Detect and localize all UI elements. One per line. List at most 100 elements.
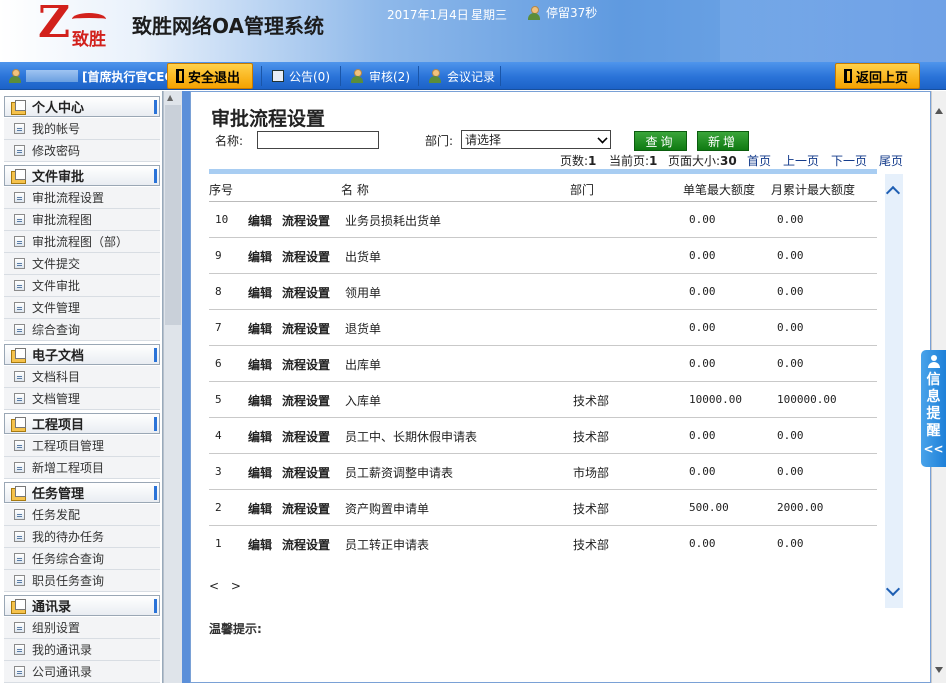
scroll-up-icon[interactable]: ▲ [167,93,173,102]
sidebar-item-label: 文档管理 [32,392,81,406]
dept-select[interactable]: 请选择 [461,130,611,149]
sidebar-item-flow-chart-dept[interactable]: 审批流程图（部） [4,231,160,253]
sidebar-group-personal[interactable]: 个人中心 [4,96,160,117]
scroll-down-icon[interactable] [885,581,901,597]
sidebar-item-label: 文档科目 [32,370,81,384]
flow-settings-link[interactable]: 流程设置 [282,284,330,301]
sidebar-item-staff-task-query[interactable]: 职员任务查询 [4,570,160,592]
prev-page-link[interactable]: 上一页 [783,152,819,169]
sidebar-item-general-query[interactable]: 综合查询 [4,319,160,341]
chevron-down-icon [597,133,608,144]
collapse-icon[interactable]: << [921,442,946,456]
edit-link[interactable]: 编辑 [248,356,272,373]
table-row: 8 编辑 流程设置 领用单 0.00 0.00 [209,274,877,310]
sidebar-item-file-manage[interactable]: 文件管理 [4,297,160,319]
sidebar-group-contacts[interactable]: 通讯录 [4,595,160,616]
logout-button[interactable]: 安全退出 [167,63,253,89]
row-monthly-max: 0.00 [777,213,804,226]
query-button[interactable]: 查询 [634,131,687,151]
sidebar-item-my-account[interactable]: 我的帐号 [4,118,160,140]
meeting-link[interactable]: 会议记录 [428,62,495,90]
row-monthly-max: 0.00 [777,357,804,370]
edit-link[interactable]: 编辑 [248,392,272,409]
folder-icon [11,598,26,614]
scroll-down-icon[interactable] [935,667,943,673]
audit-icon [350,69,364,83]
flow-settings-link[interactable]: 流程设置 [282,536,330,553]
folder-icon [11,485,26,501]
sidebar-item-file-submit[interactable]: 文件提交 [4,253,160,275]
edit-link[interactable]: 编辑 [248,428,272,445]
flow-settings-link[interactable]: 流程设置 [282,428,330,445]
tip-label: 温馨提示: [209,622,262,636]
sidebar-item-label: 任务综合查询 [32,552,105,566]
sidebar-item-change-password[interactable]: 修改密码 [4,140,160,162]
sidebar-item-company-contacts[interactable]: 公司通讯录 [4,661,160,683]
sidebar-item-project-manage[interactable]: 工程项目管理 [4,435,160,457]
edit-link[interactable]: 编辑 [248,284,272,301]
row-name: 出库单 [345,358,382,372]
sidebar-scrollbar[interactable]: ▲ [163,91,182,683]
sidebar-scroll-thumb[interactable] [165,105,181,325]
pager-pages: 页数:1 [560,152,596,169]
flow-settings-link[interactable]: 流程设置 [282,500,330,517]
edit-link[interactable]: 编辑 [248,212,272,229]
row-name: 领用单 [345,286,382,300]
row-name: 员工薪资调整申请表 [345,466,454,480]
flow-settings-link[interactable]: 流程设置 [282,464,330,481]
sidebar-item-doc-subjects[interactable]: 文档科目 [4,366,160,388]
flow-settings-link[interactable]: 流程设置 [282,248,330,265]
sidebar-item-doc-manage[interactable]: 文档管理 [4,388,160,410]
dept-label: 部门: [425,134,454,148]
sidebar-group-documents[interactable]: 电子文档 [4,344,160,365]
row-name: 入库单 [345,394,382,408]
row-monthly-max: 100000.00 [777,393,837,406]
sidebar-item-task-assign[interactable]: 任务发配 [4,504,160,526]
sidebar-item-my-contacts[interactable]: 我的通讯录 [4,639,160,661]
edit-link[interactable]: 编辑 [248,536,272,553]
edit-link[interactable]: 编辑 [248,500,272,517]
info-reminder-tab[interactable]: 信息提醒 << [921,350,946,467]
flow-settings-link[interactable]: 流程设置 [282,212,330,229]
row-single-max: 0.00 [689,465,716,478]
row-name: 出货单 [345,250,382,264]
flow-settings-link[interactable]: 流程设置 [282,356,330,373]
document-icon [14,192,25,203]
sidebar-group-approval[interactable]: 文件审批 [4,165,160,186]
sidebar-item-flow-chart[interactable]: 审批流程图 [4,209,160,231]
edit-link[interactable]: 编辑 [248,464,272,481]
notice-link[interactable]: 公告(0) [272,62,330,90]
document-icon [14,531,25,542]
sidebar-group-tasks[interactable]: 任务管理 [4,482,160,503]
name-input[interactable] [257,131,379,149]
edit-link[interactable]: 编辑 [248,320,272,337]
table-header: 序号 名 称 部门 单笔最大额度 月累计最大额度 [209,180,877,202]
flow-settings-link[interactable]: 流程设置 [282,320,330,337]
flow-settings-link[interactable]: 流程设置 [282,392,330,409]
next-page-link[interactable]: 下一页 [831,152,867,169]
scroll-up-icon[interactable] [935,108,943,114]
horizontal-scroll-nav[interactable]: < > [209,579,245,593]
last-page-link[interactable]: 尾页 [879,152,903,169]
sidebar-item-label: 修改密码 [32,144,81,158]
back-button[interactable]: 返回上页 [835,63,920,89]
scroll-up-icon[interactable] [885,185,901,201]
sidebar-item-task-query[interactable]: 任务综合查询 [4,548,160,570]
sidebar-item-my-todo[interactable]: 我的待办任务 [4,526,160,548]
sidebar-item-file-approve[interactable]: 文件审批 [4,275,160,297]
row-single-max: 0.00 [689,285,716,298]
sidebar-item-flow-settings[interactable]: 审批流程设置 [4,187,160,209]
row-name: 员工中、长期休假申请表 [345,430,478,444]
audit-link[interactable]: 审核(2) [350,62,410,90]
stay-time-text: 停留37秒 [546,6,598,20]
document-icon [14,302,25,313]
add-button[interactable]: 新增 [697,131,749,151]
edit-link[interactable]: 编辑 [248,248,272,265]
sidebar-group-projects[interactable]: 工程项目 [4,413,160,434]
first-page-link[interactable]: 首页 [747,152,771,169]
col-header-name: 名 称 [341,183,369,197]
sidebar-item-project-add[interactable]: 新增工程项目 [4,457,160,479]
row-single-max: 0.00 [689,321,716,334]
table-scrollbar[interactable] [885,174,903,608]
sidebar-item-group-settings[interactable]: 组别设置 [4,617,160,639]
